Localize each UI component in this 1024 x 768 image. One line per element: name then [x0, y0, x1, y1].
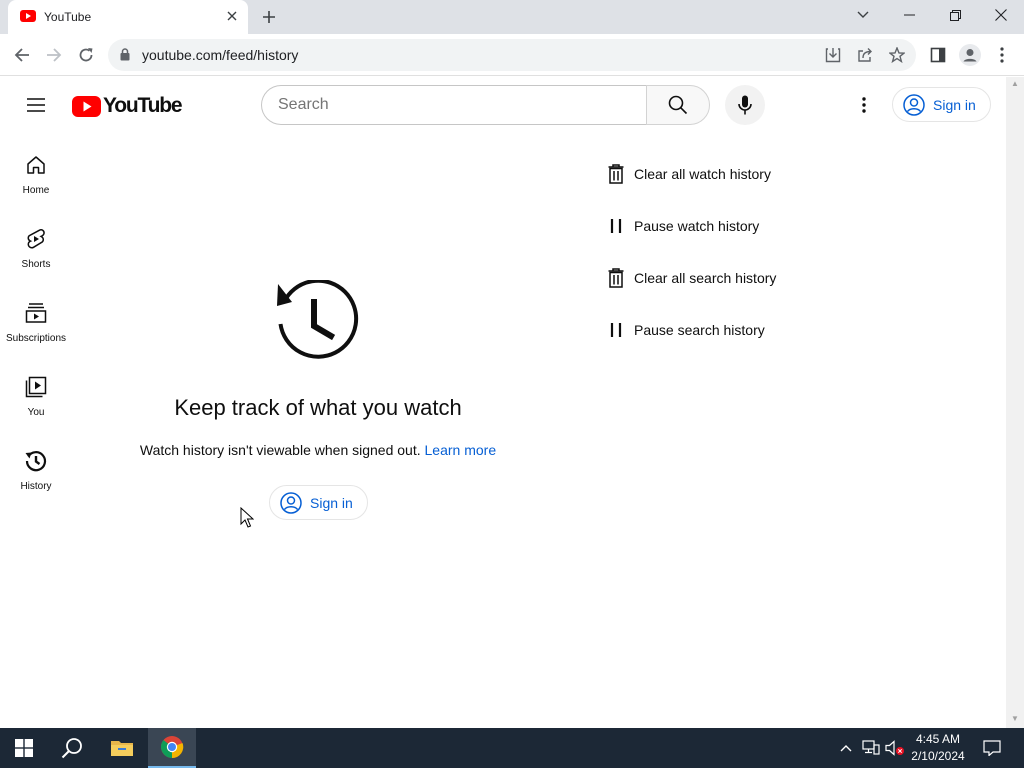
- guide-item-home[interactable]: Home: [0, 133, 72, 207]
- guide-item-you[interactable]: You: [0, 355, 72, 429]
- empty-state-subtitle: Watch history isn't viewable when signed…: [110, 442, 526, 458]
- notifications-icon[interactable]: [982, 739, 1002, 757]
- back-arrow-icon[interactable]: [8, 41, 36, 69]
- guide-item-subscriptions[interactable]: Subscriptions: [0, 281, 72, 355]
- minimize-icon[interactable]: [886, 0, 932, 30]
- clear-watch-history-label: Clear all watch history: [634, 166, 771, 182]
- history-illustration-icon: [277, 280, 359, 359]
- windows-taskbar: 4:45 AM 2/10/2024: [0, 728, 1024, 768]
- main-sign-in-label: Sign in: [310, 494, 353, 511]
- pause-icon: [604, 318, 628, 342]
- masthead-sign-in-button[interactable]: Sign in: [892, 87, 991, 122]
- taskbar-clock[interactable]: 4:45 AM 2/10/2024: [906, 731, 970, 765]
- install-app-icon[interactable]: [822, 45, 844, 65]
- search-input[interactable]: [262, 86, 647, 124]
- share-icon[interactable]: [854, 45, 876, 65]
- youtube-favicon-icon: [20, 10, 36, 22]
- scroll-up-arrow-icon[interactable]: ▲: [1011, 79, 1019, 88]
- new-tab-icon[interactable]: [258, 6, 280, 28]
- guide-label-you: You: [27, 407, 45, 418]
- tab-title: YouTube: [44, 10, 92, 24]
- guide-label-home: Home: [22, 185, 50, 196]
- clear-search-history-button[interactable]: Clear all search history: [604, 260, 864, 296]
- mouse-cursor-icon: [240, 507, 254, 528]
- masthead-sign-in-label: Sign in: [933, 96, 976, 113]
- guide-item-history[interactable]: History: [0, 429, 72, 503]
- bookmark-star-icon[interactable]: [886, 45, 908, 65]
- network-icon[interactable]: [861, 739, 881, 757]
- browser-tab[interactable]: YouTube: [8, 0, 248, 34]
- reload-icon[interactable]: [72, 41, 100, 69]
- browser-tabstrip: YouTube: [0, 0, 1024, 34]
- logo-text: YouTube: [103, 94, 183, 117]
- youtube-masthead: YouTube Sign in: [0, 77, 1006, 133]
- search-button[interactable]: [646, 85, 710, 125]
- home-icon: [26, 153, 46, 177]
- main-sign-in-button[interactable]: Sign in: [269, 485, 368, 520]
- youtube-logo[interactable]: YouTube: [72, 94, 183, 118]
- page-scrollbar[interactable]: ▲ ▼: [1006, 77, 1024, 728]
- search-icon: [668, 95, 688, 115]
- tab-search-chevron-icon[interactable]: [840, 0, 886, 30]
- you-icon: [25, 375, 47, 399]
- microphone-icon: [738, 95, 752, 115]
- pause-watch-history-label: Pause watch history: [634, 218, 760, 234]
- shorts-icon: [26, 227, 46, 251]
- profile-avatar-icon[interactable]: [956, 41, 984, 69]
- address-bar[interactable]: youtube.com/feed/history: [108, 39, 916, 71]
- tab-close-icon[interactable]: [224, 8, 240, 24]
- guide-label-subscriptions: Subscriptions: [5, 333, 67, 344]
- restore-icon[interactable]: [932, 0, 978, 30]
- account-circle-icon: [903, 93, 925, 116]
- voice-search-button[interactable]: [725, 85, 765, 125]
- history-icon: [24, 449, 48, 473]
- youtube-logo-icon: [72, 95, 101, 117]
- lock-icon: [120, 48, 130, 61]
- subscriptions-icon: [25, 301, 47, 325]
- empty-state-message: Watch history isn't viewable when signed…: [139, 442, 421, 458]
- guide-item-shorts[interactable]: Shorts: [0, 207, 72, 281]
- windows-start-icon[interactable]: [0, 728, 48, 768]
- side-panel-icon[interactable]: [924, 41, 952, 69]
- taskbar-search-icon[interactable]: [48, 728, 96, 768]
- hamburger-menu-icon[interactable]: [20, 89, 52, 121]
- close-window-icon[interactable]: [978, 0, 1024, 30]
- trash-icon: [604, 162, 628, 186]
- tray-overflow-chevron-icon[interactable]: [836, 739, 856, 757]
- browser-toolbar: youtube.com/feed/history: [0, 34, 1024, 76]
- url-text: youtube.com/feed/history: [142, 47, 299, 63]
- settings-more-icon[interactable]: [848, 89, 880, 121]
- file-explorer-icon[interactable]: [98, 728, 146, 768]
- scroll-down-arrow-icon[interactable]: ▼: [1011, 714, 1019, 723]
- pause-watch-history-button[interactable]: Pause watch history: [604, 208, 864, 244]
- trash-icon: [604, 266, 628, 290]
- clear-search-history-label: Clear all search history: [634, 270, 777, 286]
- clear-watch-history-button[interactable]: Clear all watch history: [604, 156, 864, 192]
- guide-label-history: History: [20, 481, 52, 492]
- pause-search-history-button[interactable]: Pause search history: [604, 312, 864, 348]
- chrome-taskbar-icon[interactable]: [148, 728, 196, 768]
- account-circle-icon: [280, 491, 302, 514]
- search-box[interactable]: [261, 85, 647, 125]
- pause-icon: [604, 214, 628, 238]
- guide-label-shorts: Shorts: [21, 259, 51, 270]
- clock-date: 2/10/2024: [911, 749, 965, 763]
- pause-search-history-label: Pause search history: [634, 322, 765, 338]
- browser-menu-icon[interactable]: [988, 41, 1016, 69]
- empty-state-title: Keep track of what you watch: [174, 395, 462, 420]
- forward-arrow-icon[interactable]: [40, 41, 68, 69]
- learn-more-link[interactable]: Learn more: [425, 442, 497, 458]
- volume-muted-icon[interactable]: [885, 739, 905, 757]
- clock-time: 4:45 AM: [915, 732, 961, 746]
